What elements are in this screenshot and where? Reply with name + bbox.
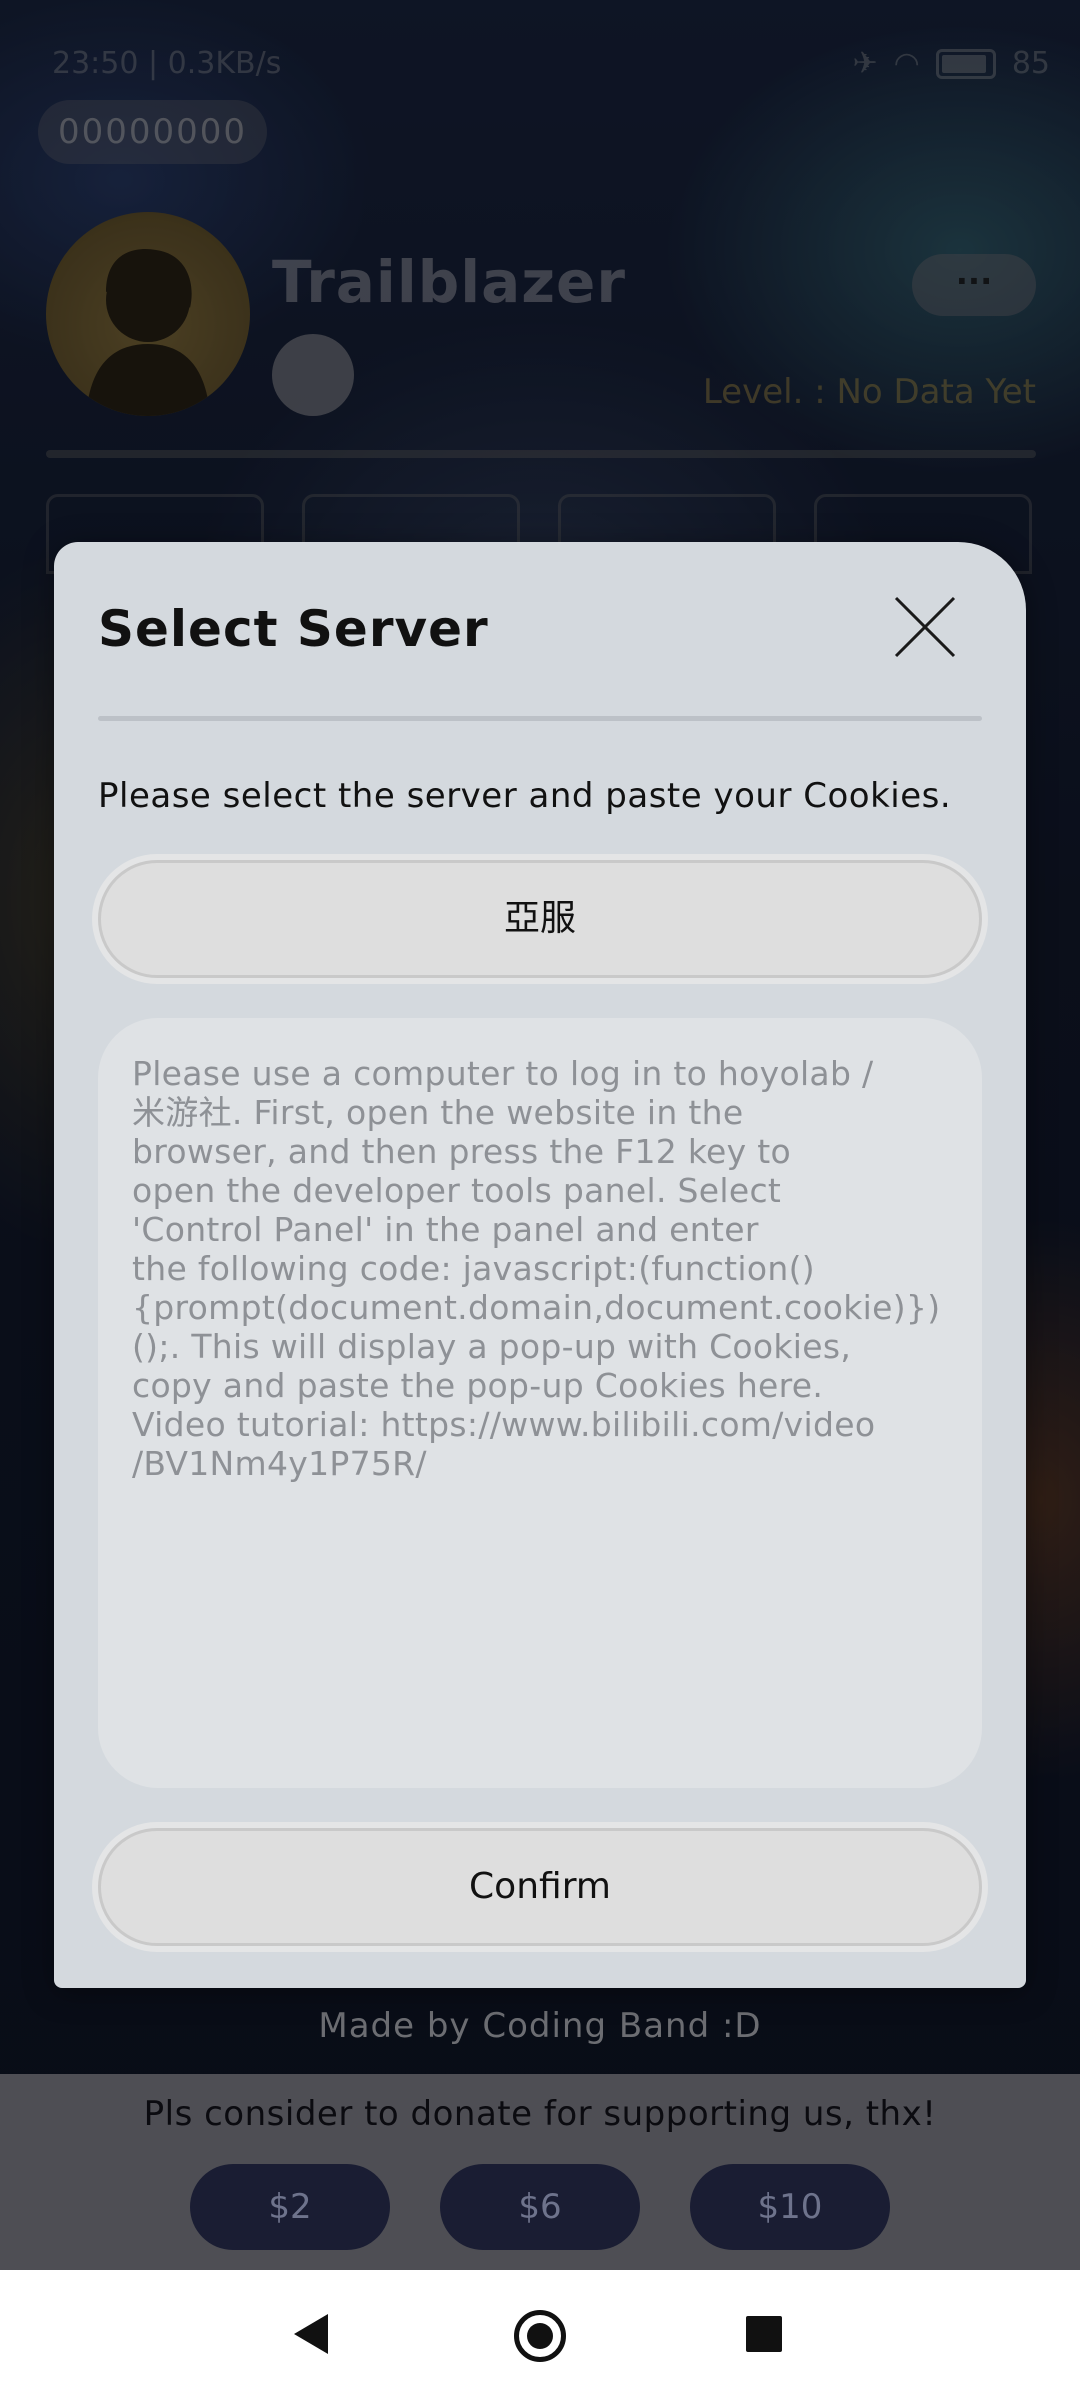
server-select-button[interactable]: 亞服 xyxy=(98,860,982,978)
donate-10-button[interactable]: $10 xyxy=(690,2164,890,2250)
select-server-dialog: Select Server Please select the server a… xyxy=(54,542,1026,1988)
dialog-instruction: Please select the server and paste your … xyxy=(98,776,952,816)
cookie-input[interactable]: Please use a computer to log in to hoyol… xyxy=(98,1018,982,1788)
cookie-placeholder: Please use a computer to log in to hoyol… xyxy=(132,1054,941,1483)
close-button[interactable] xyxy=(892,594,958,660)
donate-6-button[interactable]: $6 xyxy=(440,2164,640,2250)
home-icon[interactable] xyxy=(514,2310,566,2362)
back-icon[interactable] xyxy=(294,2314,328,2354)
system-nav-bar xyxy=(0,2270,1080,2400)
dialog-divider xyxy=(98,716,982,721)
donate-2-button[interactable]: $2 xyxy=(190,2164,390,2250)
dialog-title: Select Server xyxy=(98,600,489,658)
recent-apps-icon[interactable] xyxy=(746,2316,782,2352)
screen: 23:50 | 0.3KB/s ✈ ◠ 85 00000000 Trailbla… xyxy=(0,0,1080,2400)
confirm-button[interactable]: Confirm xyxy=(98,1828,982,1946)
donate-message: Pls consider to donate for supporting us… xyxy=(143,2094,937,2134)
donate-panel: Pls consider to donate for supporting us… xyxy=(0,2074,1080,2270)
close-icon xyxy=(894,596,956,658)
credit-text: Made by Coding Band :D xyxy=(318,2006,762,2046)
